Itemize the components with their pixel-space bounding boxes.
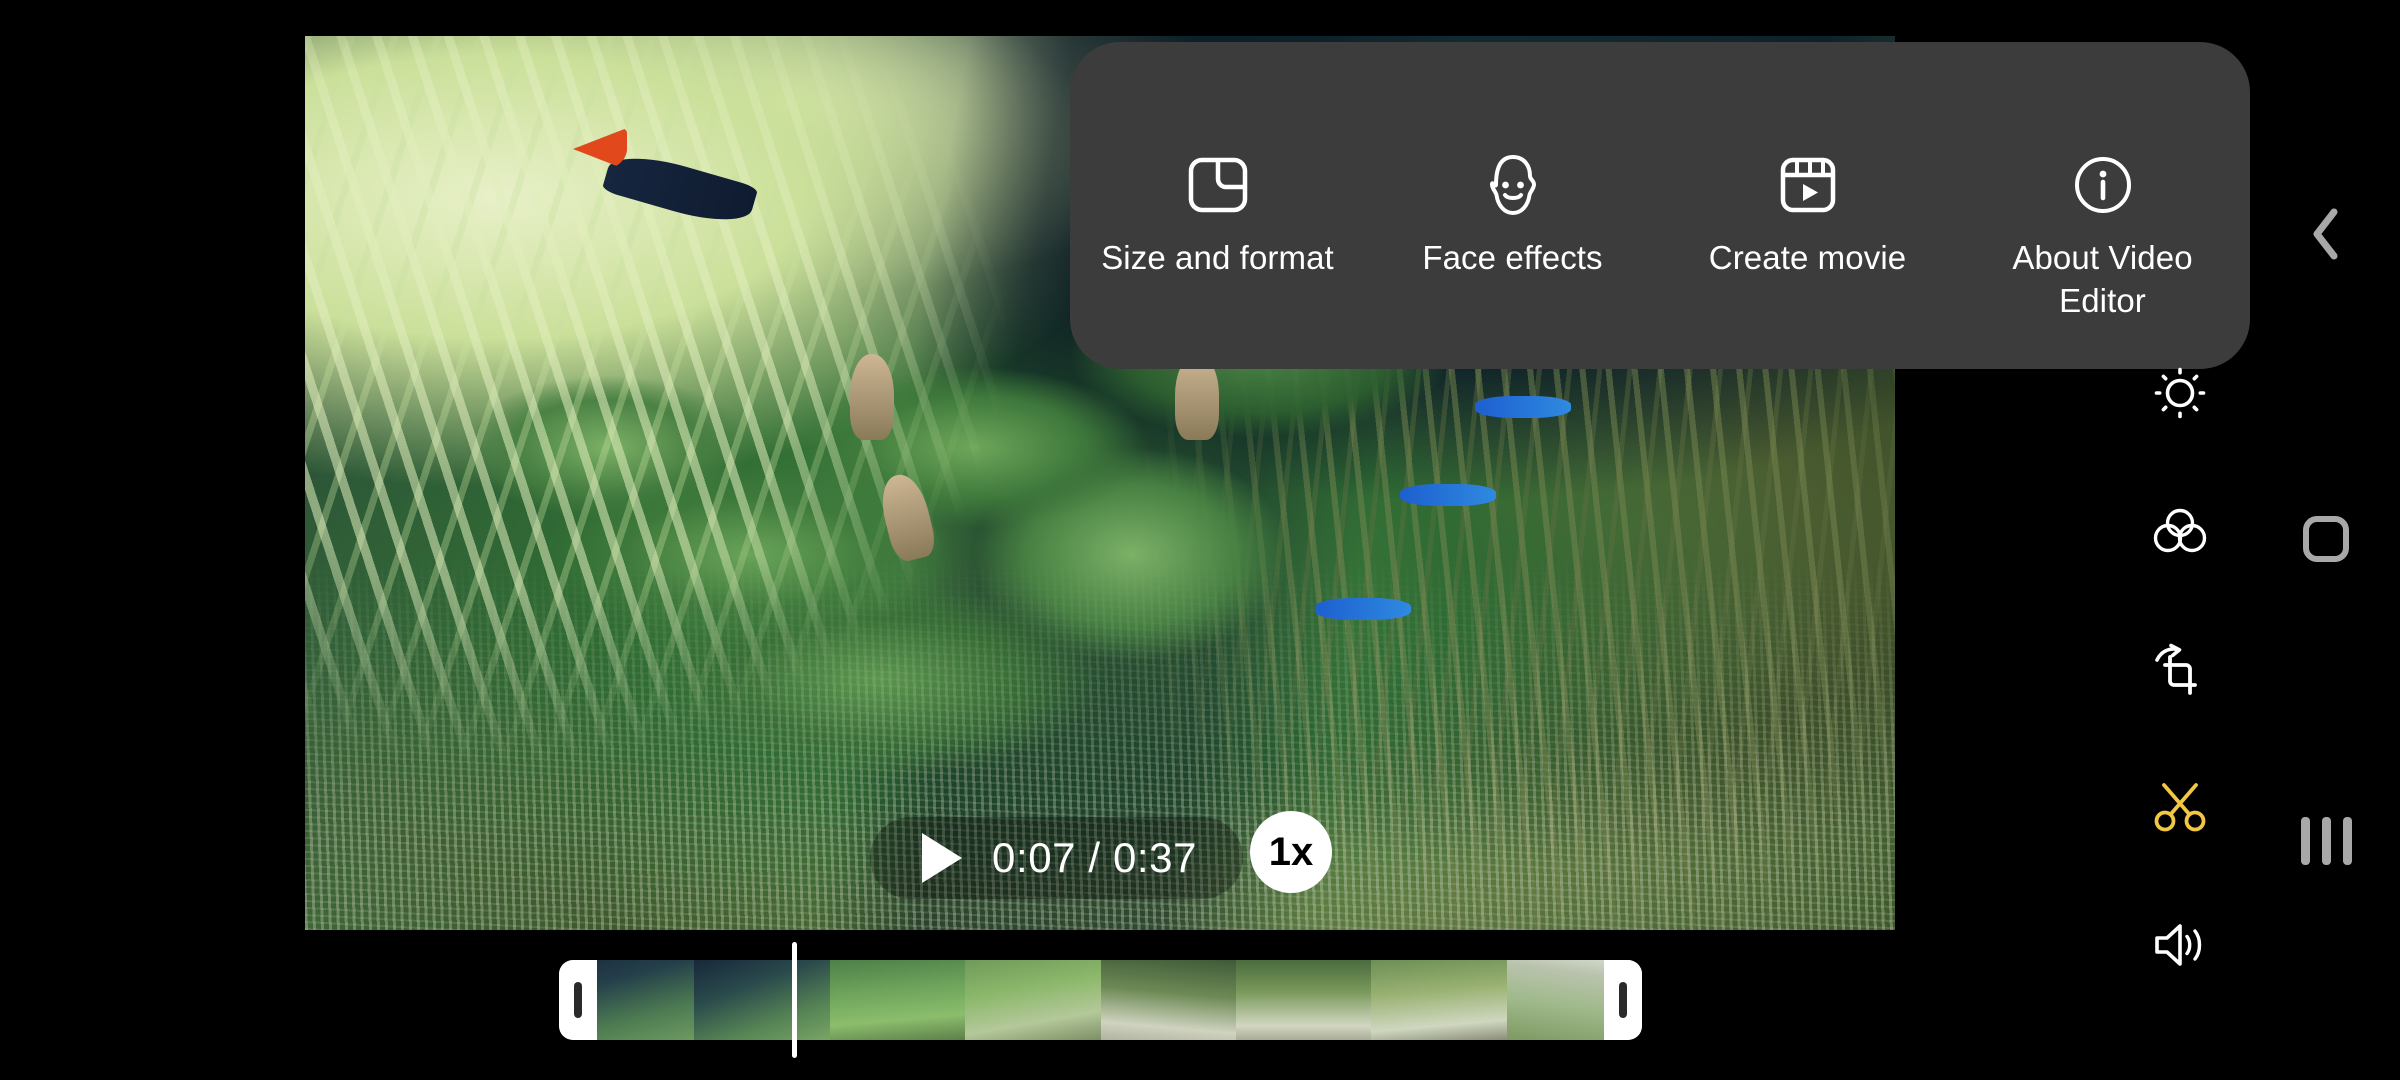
option-size-and-format[interactable]: Size and format bbox=[1093, 154, 1343, 279]
fish-neon-1 bbox=[1475, 396, 1571, 418]
option-label: Create movie bbox=[1708, 239, 1907, 276]
face-effects-icon bbox=[1485, 154, 1541, 216]
play-button[interactable] bbox=[922, 833, 962, 883]
scissors-icon bbox=[2151, 780, 2209, 839]
recents-icon bbox=[2300, 817, 2352, 865]
size-and-format-icon bbox=[1188, 154, 1248, 216]
nav-home-button[interactable] bbox=[2290, 503, 2362, 575]
options-popup: Size and format Face effects Create movi… bbox=[1070, 42, 2250, 369]
option-face-effects[interactable]: Face effects bbox=[1388, 154, 1638, 279]
playback-controls: 0:07 / 0:37 bbox=[870, 817, 1244, 899]
create-movie-icon bbox=[1779, 154, 1837, 216]
info-icon bbox=[2073, 154, 2133, 216]
tool-crop-rotate[interactable] bbox=[2145, 636, 2215, 706]
option-label: Face effects bbox=[1422, 239, 1603, 276]
brightness-icon bbox=[2152, 365, 2208, 426]
back-chevron-icon bbox=[2304, 204, 2348, 269]
option-about-video-editor[interactable]: About Video Editor bbox=[1978, 154, 2228, 322]
tool-rail bbox=[2140, 360, 2220, 982]
tool-brightness[interactable] bbox=[2145, 360, 2215, 430]
playback-speed-button[interactable]: 1x bbox=[1250, 811, 1332, 893]
color-filter-icon bbox=[2151, 506, 2209, 561]
video-timeline[interactable] bbox=[559, 942, 1642, 1058]
fish-neon-3 bbox=[1315, 598, 1411, 620]
timeline-thumbnail[interactable] bbox=[829, 960, 966, 1040]
fish-cory-1 bbox=[850, 354, 894, 440]
tool-color-filter[interactable] bbox=[2145, 498, 2215, 568]
trim-start-handle[interactable] bbox=[559, 960, 597, 1040]
tool-volume[interactable] bbox=[2145, 912, 2215, 982]
timeline-thumbnail[interactable] bbox=[1371, 960, 1507, 1040]
volume-icon bbox=[2151, 920, 2209, 975]
tool-trim[interactable] bbox=[2145, 774, 2215, 844]
timeline-thumbnail[interactable] bbox=[1235, 960, 1372, 1040]
trim-handle-grip bbox=[574, 982, 582, 1018]
timeline-filmstrip[interactable] bbox=[559, 960, 1642, 1040]
home-icon bbox=[2303, 516, 2349, 562]
trim-end-handle[interactable] bbox=[1604, 960, 1642, 1040]
timeline-thumbnail[interactable] bbox=[1100, 960, 1236, 1040]
trim-handle-grip bbox=[1619, 982, 1627, 1018]
video-editor-screen: Size and format Face effects Create movi… bbox=[0, 0, 2400, 1080]
nav-recents-button[interactable] bbox=[2290, 805, 2362, 877]
timeline-playhead[interactable] bbox=[792, 942, 797, 1058]
option-label: Size and format bbox=[1101, 239, 1334, 276]
time-readout: 0:07 / 0:37 bbox=[992, 834, 1198, 881]
timeline-thumbnail[interactable] bbox=[694, 960, 830, 1040]
option-create-movie[interactable]: Create movie bbox=[1683, 154, 1933, 279]
crop-rotate-icon bbox=[2151, 641, 2209, 702]
fish-neon-2 bbox=[1400, 484, 1496, 506]
nav-back-button[interactable] bbox=[2290, 200, 2362, 272]
option-label: About Video Editor bbox=[2012, 239, 2193, 319]
timeline-thumbnail[interactable] bbox=[965, 960, 1101, 1040]
